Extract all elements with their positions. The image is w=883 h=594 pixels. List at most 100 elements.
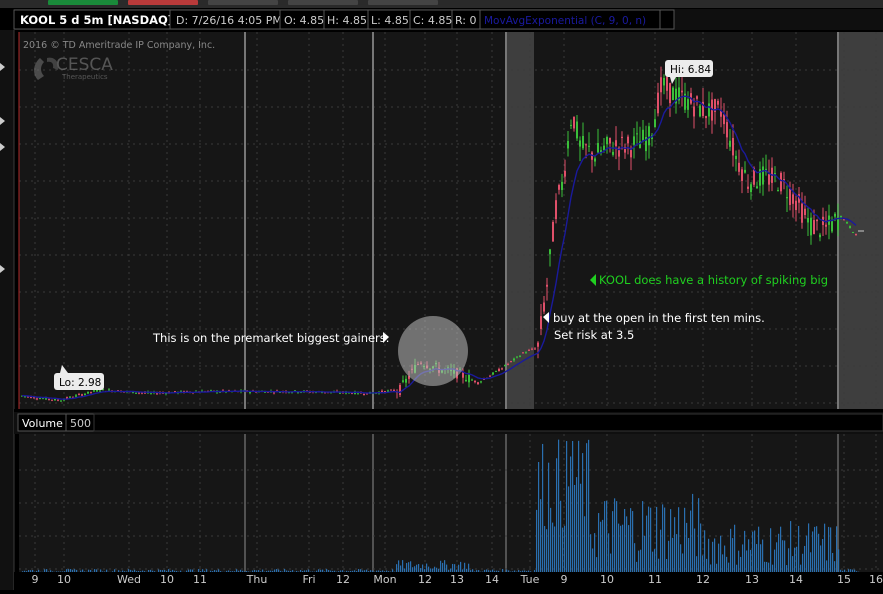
volume-bar (392, 569, 393, 572)
highlight-circle (398, 316, 468, 386)
volume-bar (234, 571, 235, 572)
x-tick-label: 10 (57, 573, 71, 586)
volume-bar (608, 533, 609, 572)
candle-body (693, 106, 695, 116)
x-tick-label: 9 (32, 573, 39, 586)
volume-bar (136, 571, 137, 572)
candle-body (831, 220, 833, 231)
volume-bar (460, 562, 461, 572)
high-field: H: 4.85 (327, 14, 367, 27)
logo-sub: Therapeutics (61, 73, 108, 81)
volume-bar (798, 526, 799, 572)
volume-bar (508, 570, 509, 572)
volume-bar (228, 570, 229, 572)
volume-bar (180, 571, 181, 572)
volume-bar (760, 544, 761, 572)
volume-bar (556, 458, 557, 572)
volume-bar (716, 564, 717, 572)
candle-body (546, 285, 548, 287)
volume-bar (214, 570, 215, 572)
candle-body (852, 232, 854, 233)
toolbar-button-buy[interactable] (48, 0, 118, 5)
x-tick-label: 9 (561, 573, 568, 586)
candle-body (807, 218, 809, 223)
volume-bar (840, 570, 841, 572)
volume-bar (90, 570, 91, 572)
volume-bar (352, 571, 353, 572)
volume-bar (88, 570, 89, 572)
symbol-label[interactable]: KOOL 5 d 5m [NASDAQ] (20, 13, 173, 27)
volume-bar (502, 569, 503, 572)
volume-bar (472, 569, 473, 572)
volume-bar (562, 528, 563, 572)
volume-bar (62, 571, 63, 572)
svg-text:buy at the open in the first t: buy at the open in the first ten mins. (553, 311, 765, 325)
candle-body (156, 393, 158, 394)
volume-bar (454, 564, 455, 572)
toolbar-button-1[interactable] (208, 0, 278, 5)
volume-bar (158, 569, 159, 572)
volume-bar (80, 571, 81, 572)
volume-bar (26, 571, 27, 572)
volume-bar (626, 516, 627, 572)
candle-body (57, 400, 59, 401)
candle-body (606, 137, 608, 144)
volume-bar (604, 501, 605, 572)
candle-body (849, 226, 851, 228)
candle-body (69, 397, 71, 398)
volume-bar (736, 565, 737, 572)
x-tick-label: Thu (246, 573, 268, 586)
volume-bar (720, 536, 721, 572)
volume-bar (66, 569, 67, 572)
toolbar-button-2[interactable] (288, 0, 358, 5)
volume-bar (728, 563, 729, 572)
volume-bar (770, 528, 771, 572)
toolbar-button-3[interactable] (368, 0, 438, 5)
volume-bar (690, 511, 691, 572)
candle-body (465, 380, 467, 381)
annotation-history: KOOL does have a history of spiking big (590, 273, 828, 287)
volume-bar (296, 571, 297, 572)
study-label[interactable]: MovAvgExponential (C, 9, 0, n) (484, 15, 646, 27)
candle-body (393, 390, 395, 391)
candle-body (660, 77, 662, 92)
candle-body (87, 392, 89, 394)
volume-bar (468, 564, 469, 572)
candle-body (492, 373, 494, 375)
volume-bar (32, 570, 33, 572)
volume-bar (192, 570, 193, 572)
candle-body (78, 394, 80, 395)
volume-bar (248, 571, 249, 572)
candle-body (654, 119, 656, 127)
volume-bar (682, 553, 683, 572)
candle-body (498, 369, 500, 371)
volume-bar (850, 569, 851, 572)
volume-bar (118, 570, 119, 572)
volume-bar (354, 570, 355, 572)
volume-bar (692, 494, 693, 572)
logo-text: CESCA (56, 55, 113, 75)
volume-bar (614, 498, 615, 572)
volume-bar (478, 570, 479, 572)
volume-bar (814, 527, 815, 572)
x-tick-label: 13 (450, 573, 464, 586)
volume-bar (566, 441, 567, 572)
volume-bar (660, 530, 661, 572)
volume-bar (64, 571, 65, 572)
volume-bar (308, 570, 309, 572)
volume-bar (386, 571, 387, 572)
volume-bar (144, 571, 145, 572)
volume-bar (100, 569, 101, 572)
volume-bar (540, 499, 541, 572)
candle-body (552, 222, 554, 242)
toolbar-button-sell[interactable] (128, 0, 198, 5)
volume-bar (752, 532, 753, 572)
volume-bar (830, 527, 831, 572)
volume-bar (300, 570, 301, 572)
volume-bar (334, 571, 335, 572)
candle-body (528, 350, 530, 351)
candle-body (531, 349, 533, 350)
volume-bar (574, 485, 575, 572)
volume-bar (28, 570, 29, 572)
volume-bar (616, 501, 617, 572)
